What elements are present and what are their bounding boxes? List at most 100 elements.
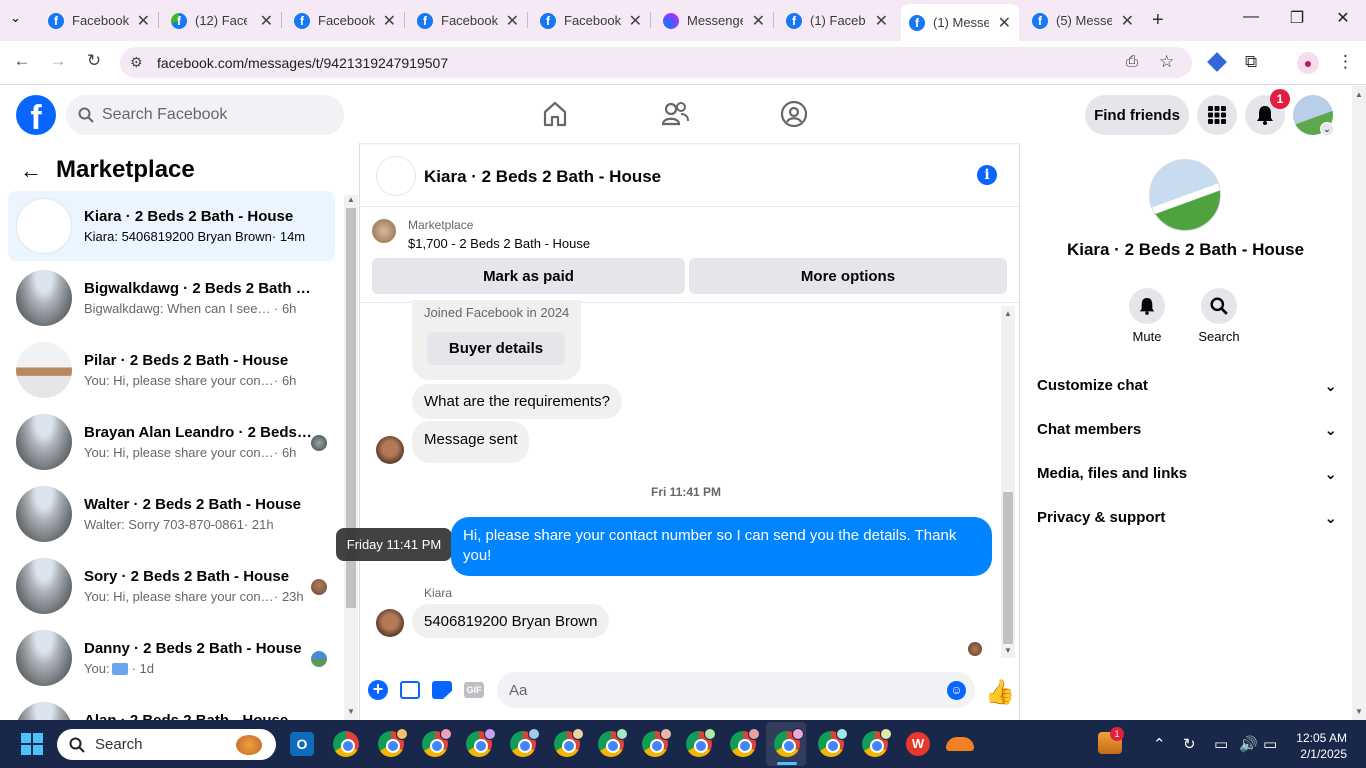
conversation-item[interactable]: Pilar · 2 Beds 2 Bath - House You: Hi, p… — [8, 335, 335, 405]
conversation-item[interactable]: Bigwalkdawg · 2 Beds 2 Bath - ... Bigwal… — [8, 263, 335, 333]
outlook-icon[interactable]: O — [290, 732, 314, 756]
windows-start-icon[interactable] — [21, 733, 43, 755]
site-info-icon[interactable]: ⚙ — [130, 54, 143, 71]
close-tab-icon[interactable]: ✕ — [1115, 11, 1134, 31]
chat-info-avatar[interactable] — [1149, 159, 1221, 231]
chrome-profile-icon[interactable] — [862, 728, 892, 757]
incoming-message[interactable]: What are the requirements? — [412, 384, 622, 419]
media-files-links-section[interactable]: Media, files and links ⌄ — [1037, 465, 1337, 483]
chrome-icon[interactable] — [333, 731, 359, 757]
close-tab-icon[interactable]: ✕ — [500, 11, 519, 31]
groups-icon[interactable] — [780, 100, 808, 128]
plus-icon[interactable]: + — [368, 680, 388, 700]
chrome-profile-icon[interactable] — [510, 728, 540, 757]
close-tab-icon[interactable]: ✕ — [131, 11, 150, 31]
conversation-item[interactable]: Sory · 2 Beds 2 Bath - House You: Hi, pl… — [8, 551, 335, 621]
chrome-profile-icon[interactable] — [730, 728, 760, 757]
chrome-profile-icon[interactable] — [554, 728, 584, 757]
sender-avatar[interactable] — [376, 436, 404, 464]
close-tab-icon[interactable]: ✕ — [623, 11, 642, 31]
url-text[interactable]: facebook.com/messages/t/9421319247919507 — [157, 55, 448, 71]
chrome-profile-icon[interactable] — [642, 728, 672, 757]
browser-tab[interactable]: f Facebook ✕ — [532, 7, 650, 34]
profile-icon[interactable]: ● — [1297, 52, 1319, 74]
back-icon[interactable]: ← — [10, 51, 34, 71]
emoji-icon[interactable]: ☺ — [947, 681, 966, 700]
friends-icon[interactable] — [661, 100, 689, 128]
close-tab-icon[interactable]: ✕ — [377, 11, 396, 31]
photo-icon[interactable] — [400, 681, 420, 699]
reload-icon[interactable]: ↻ — [82, 51, 106, 71]
browser-tab[interactable]: f Facebook ✕ — [409, 7, 527, 34]
browser-tab[interactable]: f(1) Facebook✕ — [778, 7, 896, 34]
account-chevron-icon[interactable]: ⌄ — [1320, 122, 1334, 136]
browser-tab[interactable]: Messenger✕ — [655, 7, 773, 34]
sticker-icon[interactable] — [432, 681, 452, 699]
sender-avatar[interactable] — [376, 609, 404, 637]
close-tab-icon[interactable]: ✕ — [992, 13, 1011, 33]
facebook-search[interactable] — [66, 95, 344, 135]
scroll-down-icon[interactable]: ▼ — [1355, 707, 1363, 716]
taskbar-clock[interactable]: 12:05 AM 2/1/2025 — [1293, 730, 1347, 762]
conversation-item[interactable]: Brayan Alan Leandro · 2 Beds ... You: Hi… — [8, 407, 335, 477]
new-tab-icon[interactable]: + — [1152, 9, 1164, 32]
conversation-item[interactable]: Walter · 2 Beds 2 Bath - House Walter: S… — [8, 479, 335, 549]
thumbs-up-icon[interactable]: 👍 — [985, 678, 1015, 707]
conversation-item-clipped[interactable]: Alan · 2 Beds 2 Bath - House — [8, 695, 335, 720]
chrome-profile-icon[interactable] — [818, 728, 848, 757]
conversation-item[interactable]: Danny · 2 Beds 2 Bath - House You: · 1d — [8, 623, 335, 693]
mute-bell-icon[interactable] — [1129, 288, 1165, 324]
chrome-profile-icon[interactable] — [598, 728, 628, 757]
info-icon[interactable]: i — [977, 165, 997, 185]
outgoing-message[interactable]: Hi, please share your contact number so … — [451, 517, 992, 576]
search-input[interactable] — [102, 106, 322, 124]
network-icon[interactable]: ▭ — [1214, 735, 1228, 753]
chat-title[interactable]: Kiara · 2 Beds 2 Bath - House — [424, 167, 661, 187]
conversation-item[interactable]: Kiara · 2 Beds 2 Bath - House Kiara: 540… — [8, 191, 335, 261]
search-in-chat-icon[interactable] — [1201, 288, 1237, 324]
home-icon[interactable] — [542, 100, 568, 128]
install-app-icon[interactable]: ⎙ — [1126, 53, 1138, 70]
minimize-icon[interactable]: — — [1236, 8, 1266, 26]
scroll-up-icon[interactable]: ▲ — [1355, 90, 1363, 99]
chrome-profile-icon[interactable] — [466, 728, 496, 757]
listing-title[interactable]: $1,700 - 2 Beds 2 Bath - House — [408, 236, 590, 251]
message-composer[interactable] — [497, 672, 975, 708]
scroll-up-icon[interactable]: ▲ — [1004, 309, 1012, 318]
forward-icon[interactable]: → — [46, 51, 70, 71]
facebook-logo-icon[interactable]: f — [16, 95, 56, 135]
more-options-button[interactable]: More options — [689, 258, 1007, 294]
page-scrollbar[interactable] — [1352, 86, 1366, 720]
message-input[interactable] — [509, 681, 939, 699]
show-hidden-icons-icon[interactable]: ⌃ — [1153, 735, 1166, 753]
customize-chat-section[interactable]: Customize chat ⌄ — [1037, 377, 1337, 395]
battery-icon[interactable]: ▭ — [1263, 735, 1277, 753]
wps-office-icon[interactable]: W — [906, 732, 930, 756]
cloudflare-icon[interactable] — [946, 737, 974, 751]
extensions-puzzle-icon[interactable]: ⧉ — [1245, 52, 1257, 72]
scrollbar-thumb[interactable] — [1003, 492, 1013, 644]
volume-icon[interactable]: 🔊 — [1239, 735, 1258, 753]
buyer-details-button[interactable]: Buyer details — [427, 332, 565, 365]
scroll-down-icon[interactable]: ▼ — [347, 707, 355, 716]
close-window-icon[interactable]: ✕ — [1328, 8, 1358, 28]
browser-menu-icon[interactable]: ⋮ — [1337, 52, 1354, 72]
chrome-profile-icon[interactable] — [378, 728, 408, 757]
close-tab-icon[interactable]: ✕ — [869, 11, 888, 31]
browser-tab[interactable]: f Facebook ✕ — [40, 7, 158, 34]
chat-avatar[interactable] — [376, 156, 416, 196]
taskbar-search[interactable]: Search — [57, 729, 276, 760]
chrome-profile-icon-active[interactable] — [774, 728, 804, 757]
browser-tab[interactable]: f(5) Messenger✕ — [1024, 7, 1142, 34]
chat-members-section[interactable]: Chat members ⌄ — [1037, 421, 1337, 439]
maximize-icon[interactable]: ❐ — [1282, 8, 1312, 28]
back-arrow-icon[interactable]: ← — [20, 158, 42, 184]
incoming-message[interactable]: 5406819200 Bryan Brown — [412, 604, 610, 638]
sync-icon[interactable]: ↻ — [1183, 735, 1196, 753]
mark-as-paid-button[interactable]: Mark as paid — [372, 258, 685, 294]
browser-tab-active[interactable]: f(1) Messenger✕ — [901, 4, 1019, 41]
bookmark-star-icon[interactable]: ☆ — [1159, 52, 1174, 72]
menu-grid-icon[interactable] — [1197, 95, 1237, 135]
browser-tab[interactable]: f(12) Facebook✕ — [163, 7, 281, 34]
chrome-profile-icon[interactable] — [422, 728, 452, 757]
